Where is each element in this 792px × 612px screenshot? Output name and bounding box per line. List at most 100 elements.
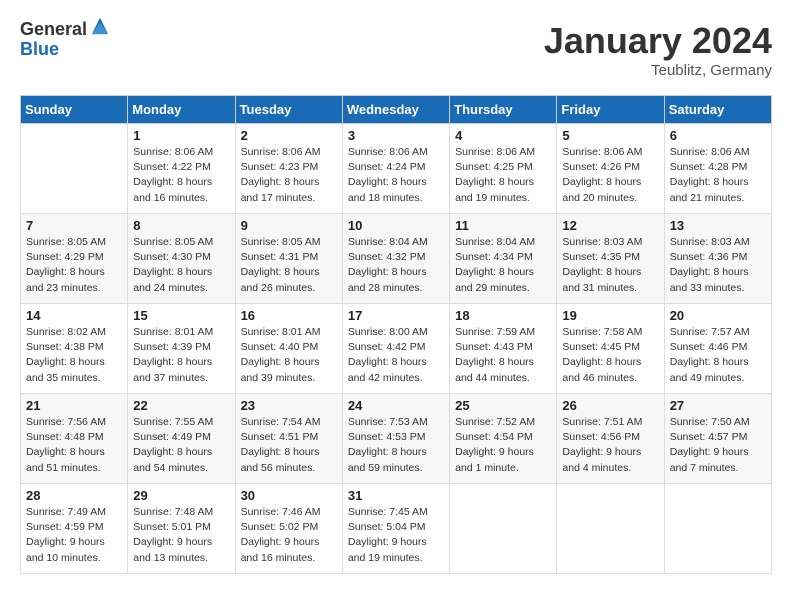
week-row-4: 28Sunrise: 7:49 AMSunset: 4:59 PMDayligh… bbox=[21, 484, 772, 574]
day-info: Sunrise: 8:06 AMSunset: 4:26 PMDaylight:… bbox=[562, 145, 658, 206]
week-row-3: 21Sunrise: 7:56 AMSunset: 4:48 PMDayligh… bbox=[21, 394, 772, 484]
title-area: January 2024 Teublitz, Germany bbox=[544, 20, 772, 79]
col-header-sunday: Sunday bbox=[21, 96, 128, 124]
day-info: Sunrise: 7:55 AMSunset: 4:49 PMDaylight:… bbox=[133, 415, 229, 476]
day-number: 2 bbox=[241, 128, 337, 143]
calendar-cell: 7 Sunrise: 8:05 AMSunset: 4:29 PMDaylight… bbox=[21, 214, 128, 304]
day-info: Sunrise: 8:06 AMSunset: 4:24 PMDaylight:… bbox=[348, 145, 444, 206]
col-header-thursday: Thursday bbox=[450, 96, 557, 124]
col-header-monday: Monday bbox=[128, 96, 235, 124]
logo-general: General bbox=[20, 20, 87, 40]
day-number: 25 bbox=[455, 398, 551, 413]
day-number: 28 bbox=[26, 488, 122, 503]
day-number: 6 bbox=[670, 128, 766, 143]
calendar-cell: 31 Sunrise: 7:45 AMSunset: 5:04 PMDayligh… bbox=[342, 484, 449, 574]
logo: General Blue bbox=[20, 20, 111, 60]
calendar-cell bbox=[21, 124, 128, 214]
day-number: 3 bbox=[348, 128, 444, 143]
day-info: Sunrise: 8:00 AMSunset: 4:42 PMDaylight:… bbox=[348, 325, 444, 386]
calendar-cell: 1Sunrise: 8:06 AMSunset: 4:22 PMDaylight… bbox=[128, 124, 235, 214]
day-info: Sunrise: 7:53 AMSunset: 4:53 PMDaylight:… bbox=[348, 415, 444, 476]
day-number: 9 bbox=[241, 218, 337, 233]
col-header-saturday: Saturday bbox=[664, 96, 771, 124]
day-number: 29 bbox=[133, 488, 229, 503]
day-info: Sunrise: 8:05 AMSunset: 4:31 PMDaylight:… bbox=[241, 235, 337, 296]
calendar-cell bbox=[557, 484, 664, 574]
week-row-0: 1Sunrise: 8:06 AMSunset: 4:22 PMDaylight… bbox=[21, 124, 772, 214]
calendar-cell bbox=[664, 484, 771, 574]
day-number: 1 bbox=[133, 128, 229, 143]
location-title: Teublitz, Germany bbox=[544, 62, 772, 79]
calendar-cell: 17Sunrise: 8:00 AMSunset: 4:42 PMDayligh… bbox=[342, 304, 449, 394]
day-info: Sunrise: 8:05 AMSunset: 4:29 PMDaylight:… bbox=[26, 235, 122, 296]
week-row-1: 7 Sunrise: 8:05 AMSunset: 4:29 PMDaylight… bbox=[21, 214, 772, 304]
calendar-table: SundayMondayTuesdayWednesdayThursdayFrid… bbox=[20, 95, 772, 574]
day-info: Sunrise: 7:54 AMSunset: 4:51 PMDaylight:… bbox=[241, 415, 337, 476]
day-info: Sunrise: 7:48 AMSunset: 5:01 PMDaylight:… bbox=[133, 505, 229, 566]
day-number: 23 bbox=[241, 398, 337, 413]
calendar-cell: 9 Sunrise: 8:05 AMSunset: 4:31 PMDaylight… bbox=[235, 214, 342, 304]
day-info: Sunrise: 7:50 AMSunset: 4:57 PMDaylight:… bbox=[670, 415, 766, 476]
day-number: 31 bbox=[348, 488, 444, 503]
col-header-friday: Friday bbox=[557, 96, 664, 124]
calendar-cell: 13Sunrise: 8:03 AMSunset: 4:36 PMDayligh… bbox=[664, 214, 771, 304]
logo-blue: Blue bbox=[20, 39, 59, 59]
calendar-cell: 25 Sunrise: 7:52 AMSunset: 4:54 PMDayligh… bbox=[450, 394, 557, 484]
calendar-cell: 14 Sunrise: 8:02 AMSunset: 4:38 PMDayligh… bbox=[21, 304, 128, 394]
week-row-2: 14 Sunrise: 8:02 AMSunset: 4:38 PMDayligh… bbox=[21, 304, 772, 394]
day-info: Sunrise: 8:06 AMSunset: 4:25 PMDaylight:… bbox=[455, 145, 551, 206]
day-info: Sunrise: 7:46 AMSunset: 5:02 PMDaylight:… bbox=[241, 505, 337, 566]
day-info: Sunrise: 8:03 AMSunset: 4:35 PMDaylight:… bbox=[562, 235, 658, 296]
logo-icon bbox=[89, 15, 111, 37]
day-number: 10 bbox=[348, 218, 444, 233]
day-info: Sunrise: 7:45 AMSunset: 5:04 PMDaylight:… bbox=[348, 505, 444, 566]
day-info: Sunrise: 8:06 AMSunset: 4:28 PMDaylight:… bbox=[670, 145, 766, 206]
calendar-cell: 2 Sunrise: 8:06 AMSunset: 4:23 PMDaylight… bbox=[235, 124, 342, 214]
calendar-cell: 12 Sunrise: 8:03 AMSunset: 4:35 PMDayligh… bbox=[557, 214, 664, 304]
day-number: 27 bbox=[670, 398, 766, 413]
day-info: Sunrise: 7:59 AMSunset: 4:43 PMDaylight:… bbox=[455, 325, 551, 386]
calendar-cell: 5Sunrise: 8:06 AMSunset: 4:26 PMDaylight… bbox=[557, 124, 664, 214]
calendar-cell: 26Sunrise: 7:51 AMSunset: 4:56 PMDayligh… bbox=[557, 394, 664, 484]
day-number: 12 bbox=[562, 218, 658, 233]
month-title: January 2024 bbox=[544, 20, 772, 62]
day-number: 7 bbox=[26, 218, 122, 233]
day-number: 22 bbox=[133, 398, 229, 413]
day-info: Sunrise: 8:06 AMSunset: 4:23 PMDaylight:… bbox=[241, 145, 337, 206]
day-number: 16 bbox=[241, 308, 337, 323]
day-number: 15 bbox=[133, 308, 229, 323]
day-number: 20 bbox=[670, 308, 766, 323]
header: General Blue January 2024 Teublitz, Germ… bbox=[20, 20, 772, 79]
day-number: 8 bbox=[133, 218, 229, 233]
day-number: 19 bbox=[562, 308, 658, 323]
day-number: 24 bbox=[348, 398, 444, 413]
calendar-cell: 18 Sunrise: 7:59 AMSunset: 4:43 PMDayligh… bbox=[450, 304, 557, 394]
day-info: Sunrise: 7:52 AMSunset: 4:54 PMDaylight:… bbox=[455, 415, 551, 476]
col-header-wednesday: Wednesday bbox=[342, 96, 449, 124]
calendar-cell: 24 Sunrise: 7:53 AMSunset: 4:53 PMDayligh… bbox=[342, 394, 449, 484]
day-info: Sunrise: 8:01 AMSunset: 4:40 PMDaylight:… bbox=[241, 325, 337, 386]
day-number: 14 bbox=[26, 308, 122, 323]
day-number: 30 bbox=[241, 488, 337, 503]
day-info: Sunrise: 7:51 AMSunset: 4:56 PMDaylight:… bbox=[562, 415, 658, 476]
calendar-cell: 19 Sunrise: 7:58 AMSunset: 4:45 PMDayligh… bbox=[557, 304, 664, 394]
day-info: Sunrise: 8:05 AMSunset: 4:30 PMDaylight:… bbox=[133, 235, 229, 296]
calendar-cell: 3 Sunrise: 8:06 AMSunset: 4:24 PMDaylight… bbox=[342, 124, 449, 214]
calendar-cell bbox=[450, 484, 557, 574]
day-number: 18 bbox=[455, 308, 551, 323]
day-number: 11 bbox=[455, 218, 551, 233]
col-header-tuesday: Tuesday bbox=[235, 96, 342, 124]
calendar-cell: 10Sunrise: 8:04 AMSunset: 4:32 PMDayligh… bbox=[342, 214, 449, 304]
day-info: Sunrise: 7:57 AMSunset: 4:46 PMDaylight:… bbox=[670, 325, 766, 386]
calendar-cell: 30 Sunrise: 7:46 AMSunset: 5:02 PMDayligh… bbox=[235, 484, 342, 574]
calendar-cell: 15Sunrise: 8:01 AMSunset: 4:39 PMDayligh… bbox=[128, 304, 235, 394]
day-number: 4 bbox=[455, 128, 551, 143]
calendar-cell: 20 Sunrise: 7:57 AMSunset: 4:46 PMDayligh… bbox=[664, 304, 771, 394]
day-number: 21 bbox=[26, 398, 122, 413]
day-info: Sunrise: 7:58 AMSunset: 4:45 PMDaylight:… bbox=[562, 325, 658, 386]
calendar-cell: 27 Sunrise: 7:50 AMSunset: 4:57 PMDayligh… bbox=[664, 394, 771, 484]
day-info: Sunrise: 8:03 AMSunset: 4:36 PMDaylight:… bbox=[670, 235, 766, 296]
calendar-cell: 6 Sunrise: 8:06 AMSunset: 4:28 PMDaylight… bbox=[664, 124, 771, 214]
day-info: Sunrise: 8:02 AMSunset: 4:38 PMDaylight:… bbox=[26, 325, 122, 386]
calendar-cell: 8 Sunrise: 8:05 AMSunset: 4:30 PMDaylight… bbox=[128, 214, 235, 304]
